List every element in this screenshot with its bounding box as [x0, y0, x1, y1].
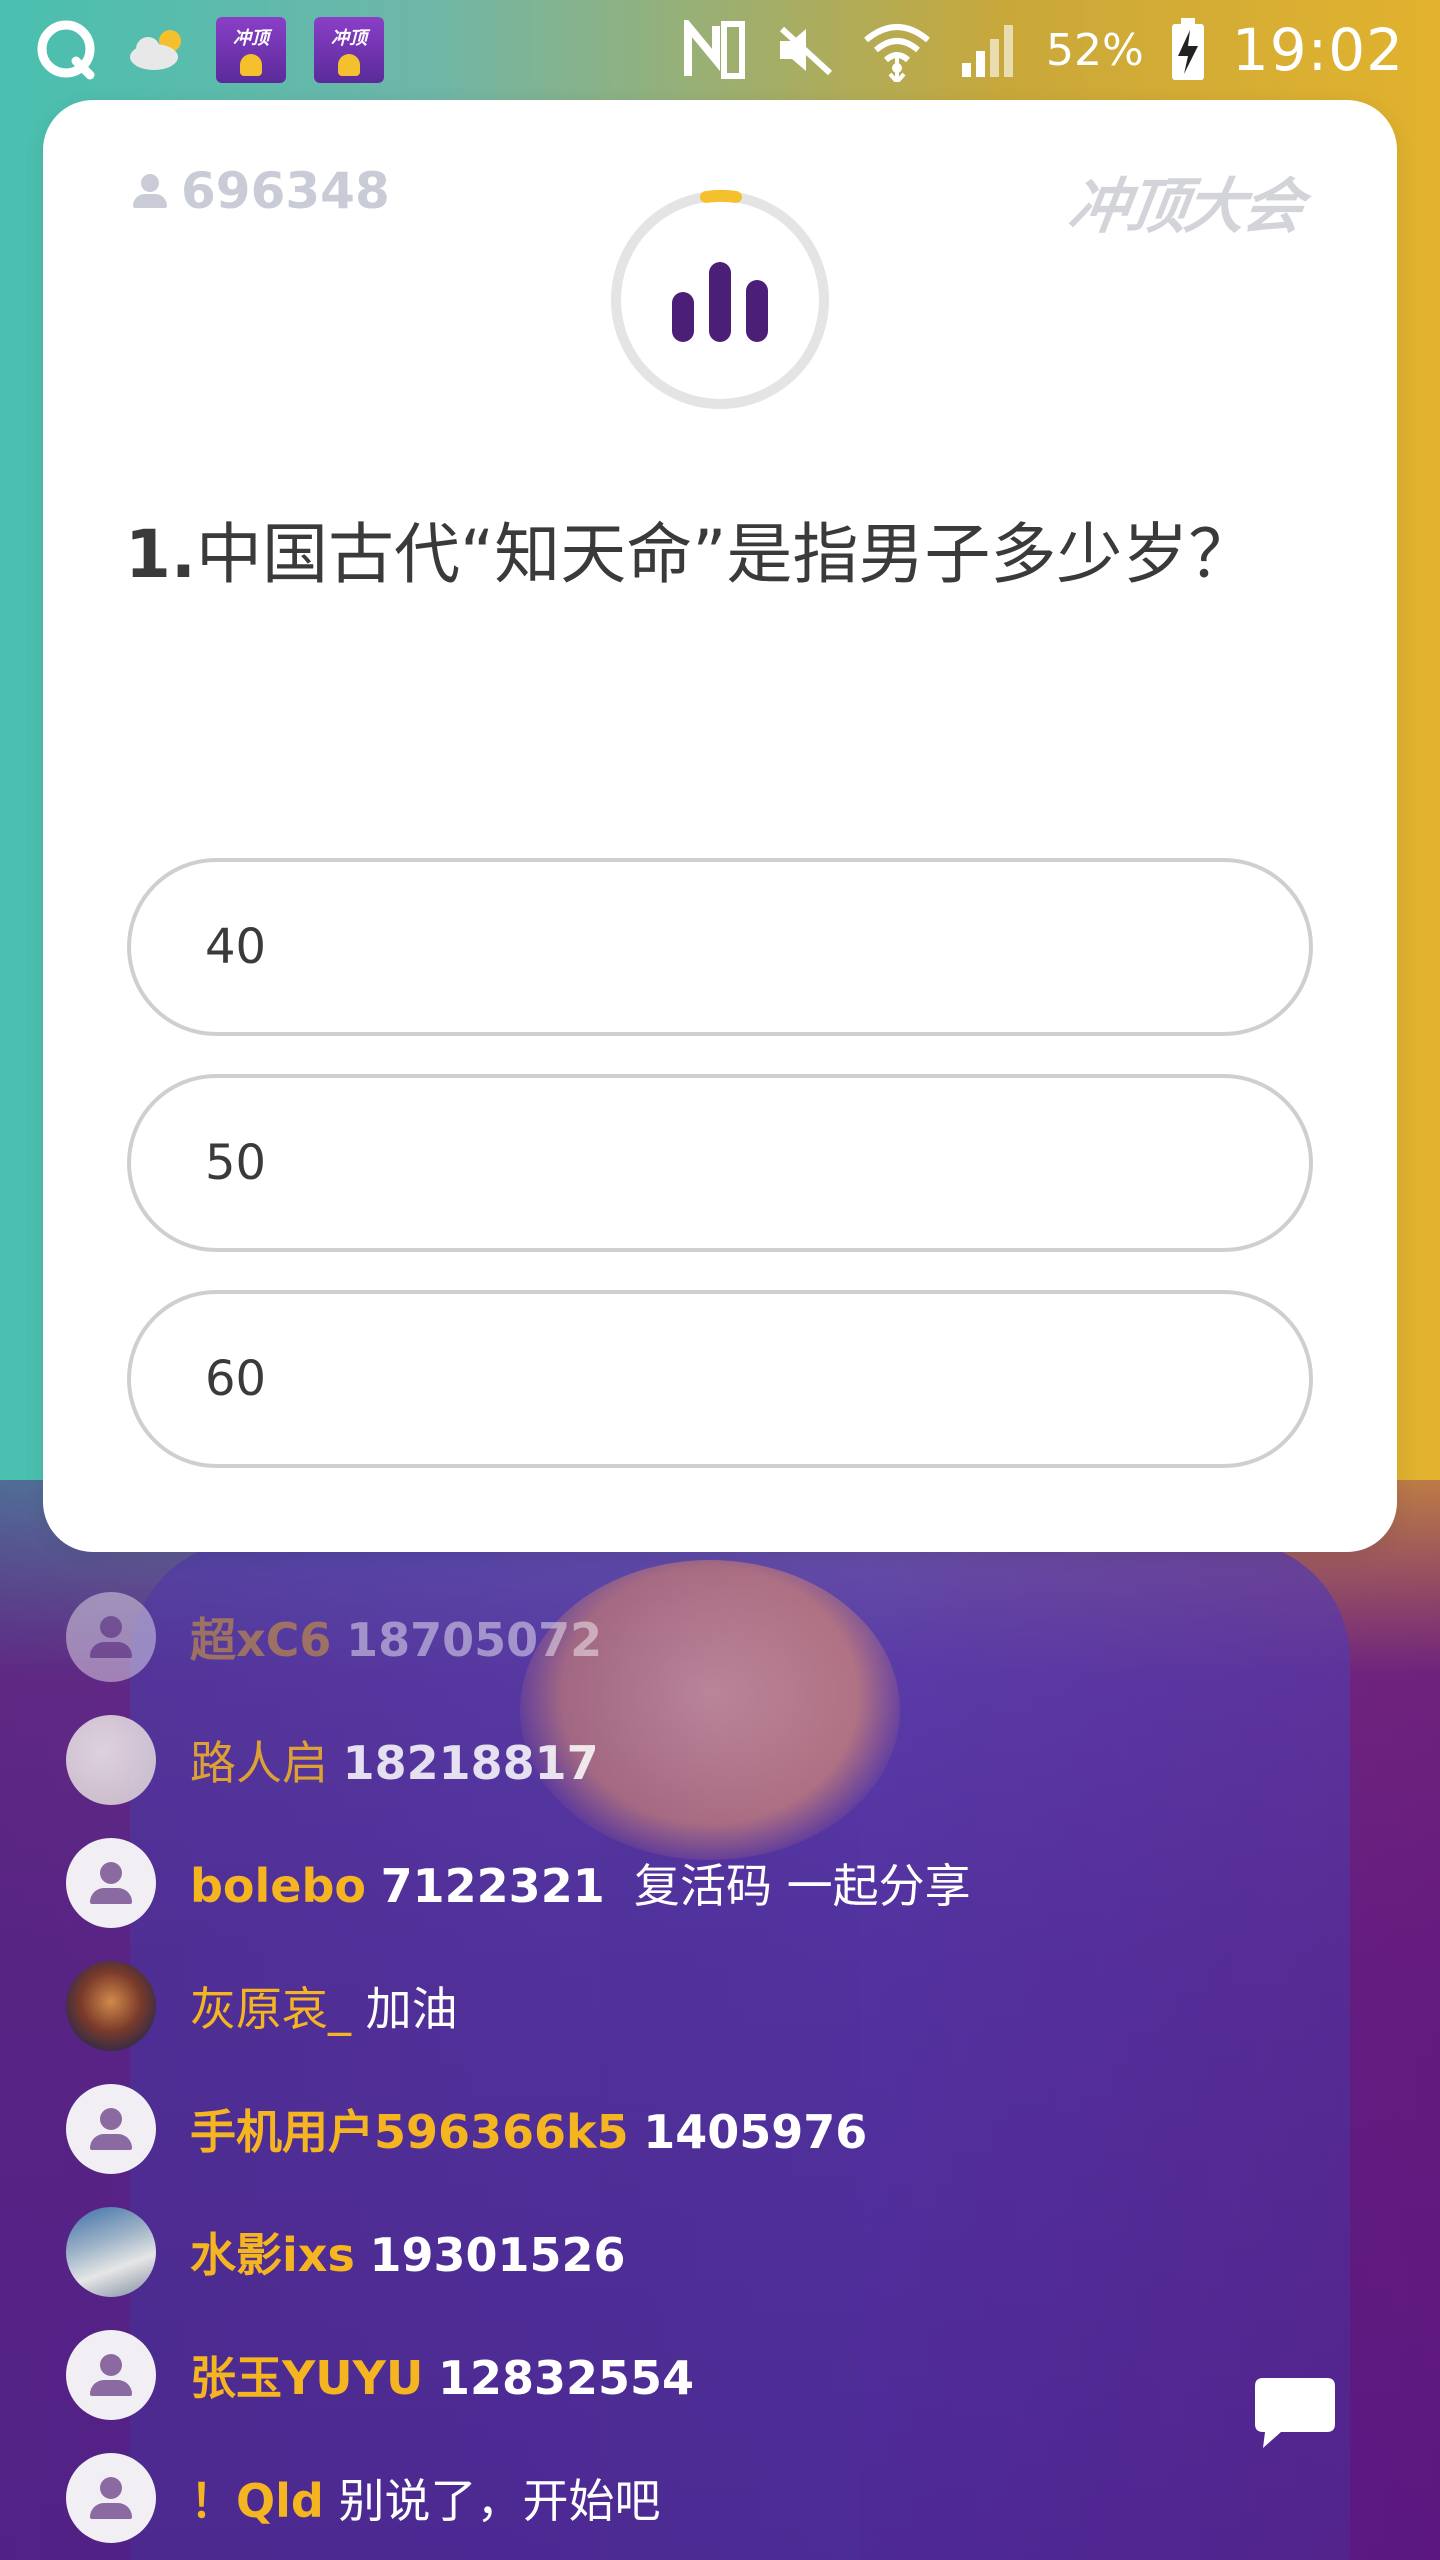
chat-message: 灰原哀_ 加油 [66, 1944, 1166, 2067]
viewer-count-value: 696348 [181, 162, 390, 220]
chat-bubble-button[interactable] [1255, 2378, 1335, 2450]
chat-text: 18705072 [346, 1612, 603, 1667]
chat-text: 加油 [365, 1981, 458, 2036]
answer-option-1[interactable]: 40 [127, 858, 1313, 1036]
chat-message: bolebo 7122321 复活码 一起分享 [66, 1821, 1166, 1944]
battery-percent: 52% [1046, 24, 1144, 76]
wifi-icon [862, 18, 932, 82]
notification-app-icon-2: 冲顶 [314, 17, 384, 83]
chat-text: 别说了，开始吧 [338, 2473, 661, 2528]
chat-message: ！Qld 别说了，开始吧 [66, 2436, 1166, 2559]
avatar[interactable] [66, 2083, 156, 2174]
chat-text: 7122321 [380, 1858, 605, 1913]
answer-option-label: 40 [205, 919, 267, 975]
chat-message: 水影ixs 19301526 [66, 2190, 1166, 2313]
avatar[interactable] [66, 1591, 156, 1682]
nfc-icon [682, 20, 748, 80]
avatar[interactable] [66, 2329, 156, 2420]
app-icon-label: 冲顶 [233, 28, 269, 49]
avatar[interactable] [66, 1714, 156, 1805]
chat-text: 18218817 [342, 1735, 599, 1790]
chat-message: 张玉YUYU 12832554 [66, 2313, 1166, 2436]
chat-username: bolebo [190, 1858, 367, 1913]
chat-username: 路人启 [190, 1735, 328, 1790]
chat-bubble-icon [1255, 2378, 1335, 2448]
chat-extra-text: 复活码 一起分享 [633, 1858, 971, 1913]
cloudy-weather-icon [126, 25, 188, 75]
answer-option-3[interactable]: 60 [127, 1290, 1313, 1468]
chat-username: 手机用户596366k5 [190, 2104, 629, 2159]
mute-icon [774, 21, 836, 79]
question-text: 1.中国古代“知天命”是指男子多少岁？ [125, 495, 1325, 615]
chat-username: 超xC6 [190, 1612, 332, 1667]
q-app-icon [36, 19, 98, 81]
notification-app-icon-1: 冲顶 [216, 17, 286, 83]
chat-feed: 超xC6 18705072 路人启 18218817 bolebo 712232… [66, 1575, 1166, 2559]
answer-option-label: 60 [205, 1351, 267, 1407]
avatar[interactable] [66, 1837, 156, 1928]
chat-username: 张玉YUYU [190, 2350, 424, 2405]
chat-username: ！Qld [190, 2473, 324, 2528]
avatar[interactable] [66, 2206, 156, 2297]
avatar[interactable] [66, 1960, 156, 2051]
chat-text: 12832554 [437, 2350, 695, 2405]
clock: 19:02 [1231, 16, 1404, 84]
chat-username: 灰原哀_ [190, 1981, 351, 2036]
viewer-count: 696348 [133, 162, 390, 220]
brand-logo: 冲顶大会 [1064, 172, 1307, 242]
viewer-icon [133, 174, 167, 208]
countdown-timer [608, 188, 832, 412]
question-number: 1. [125, 516, 196, 593]
answer-option-label: 50 [205, 1135, 267, 1191]
chat-text: 1405976 [643, 2104, 868, 2159]
question-body: 中国古代“知天命”是指男子多少岁？ [196, 516, 1255, 593]
chat-message: 超xC6 18705072 [66, 1575, 1166, 1698]
bar-chart-icon [672, 262, 768, 342]
question-card: 696348 冲顶大会 1.中国古代“知天命”是指男子多少岁？ 40 50 60 [43, 100, 1397, 1552]
battery-charging-icon [1170, 18, 1206, 82]
signal-icon [958, 21, 1020, 79]
status-bar: 冲顶 冲顶 52% 19:02 [0, 0, 1440, 100]
chat-message: 手机用户596366k5 1405976 [66, 2067, 1166, 2190]
chat-text: 19301526 [369, 2227, 626, 2282]
avatar[interactable] [66, 2452, 156, 2543]
chat-username: 水影ixs [190, 2227, 355, 2282]
chat-message: 路人启 18218817 [66, 1698, 1166, 1821]
answer-option-2[interactable]: 50 [127, 1074, 1313, 1252]
app-icon-label: 冲顶 [331, 28, 367, 49]
